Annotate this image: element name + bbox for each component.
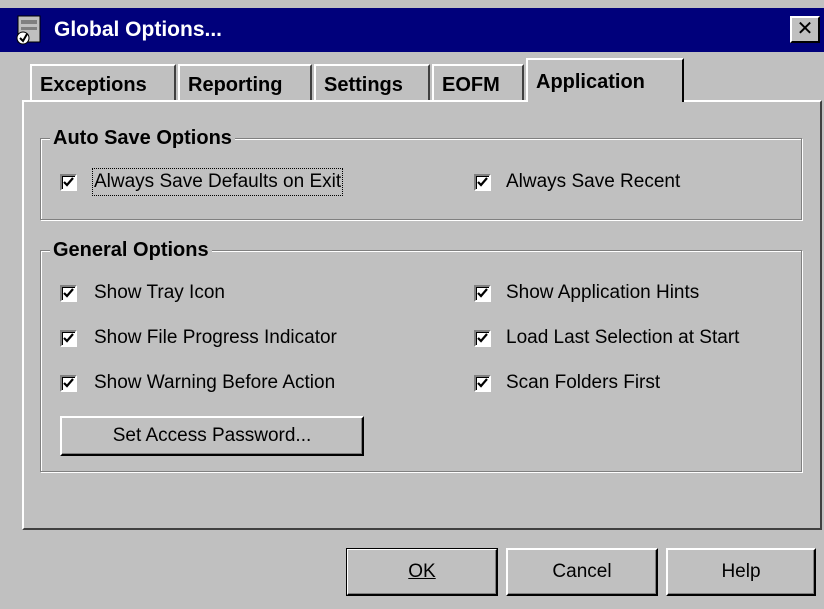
cancel-button[interactable]: Cancel [506,548,658,596]
checkmark-icon [477,177,488,187]
cancel-label: Cancel [552,561,612,582]
tab-application[interactable]: Application [526,58,684,102]
load-last-selection-checkbox[interactable] [474,330,491,347]
help-button[interactable]: Help [666,548,816,596]
close-icon: ✕ [796,18,814,40]
show-warning-checkbox[interactable] [60,375,77,392]
checkmark-icon [477,333,488,343]
tab-eofm[interactable]: EOFM [432,64,524,100]
help-label: Help [721,561,761,582]
set-access-password-button[interactable]: Set Access Password... [60,416,364,456]
app-icon [12,12,46,48]
tab-label: Exceptions [40,74,147,96]
show-file-progress-checkbox[interactable] [60,330,77,347]
show-warning-label[interactable]: Show Warning Before Action [94,371,335,395]
tab-label: Application [536,71,645,93]
show-tray-icon-checkbox[interactable] [60,285,77,302]
checkmark-icon [63,177,74,187]
load-last-selection-label[interactable]: Load Last Selection at Start [506,326,739,350]
show-application-hints-checkbox[interactable] [474,285,491,302]
tab-label: Reporting [188,74,283,96]
always-save-recent-checkbox[interactable] [474,174,491,191]
show-tray-icon-label[interactable]: Show Tray Icon [94,281,225,305]
tab-label: Settings [324,74,403,96]
show-application-hints-label[interactable]: Show Application Hints [506,281,699,305]
scan-folders-first-checkbox[interactable] [474,375,491,392]
always-save-recent-label[interactable]: Always Save Recent [506,170,680,194]
checkmark-icon [477,378,488,388]
show-file-progress-label[interactable]: Show File Progress Indicator [94,326,337,350]
tab-settings[interactable]: Settings [314,64,430,100]
title-bar: Global Options... ✕ [0,8,824,52]
checkmark-icon [63,333,74,343]
tab-reporting[interactable]: Reporting [178,64,312,100]
checkmark-icon [477,288,488,298]
ok-label: OK [408,561,436,582]
close-button[interactable]: ✕ [790,16,820,43]
tab-exceptions[interactable]: Exceptions [30,64,176,100]
ok-button[interactable]: OK [346,548,498,596]
always-save-defaults-checkbox[interactable] [60,174,77,191]
checkmark-icon [63,288,74,298]
scan-folders-first-label[interactable]: Scan Folders First [506,371,660,395]
set-access-password-label: Set Access Password... [112,425,312,446]
general-options-group-label: General Options [50,238,212,262]
always-save-defaults-label[interactable]: Always Save Defaults on Exit [91,168,344,196]
auto-save-group-label: Auto Save Options [50,126,235,150]
tab-label: EOFM [442,74,500,96]
checkmark-icon [63,378,74,388]
window-title: Global Options... [54,18,222,41]
